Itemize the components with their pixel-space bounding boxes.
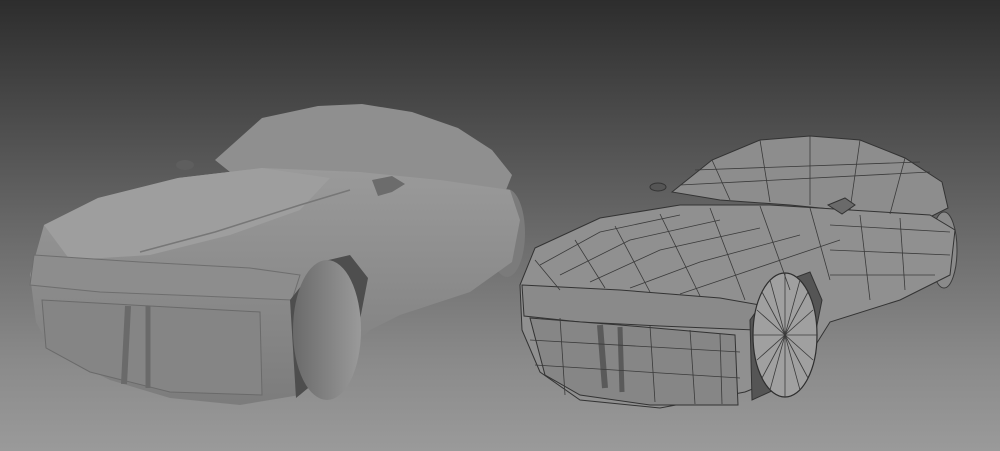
front-wheel [293, 260, 361, 400]
car-shaded-model [29, 104, 525, 405]
mirror-left-wire [649, 182, 667, 192]
front-grille [41, 299, 263, 396]
car-wireframe-model [519, 135, 958, 409]
mirror-left [176, 160, 194, 170]
render-viewport [0, 0, 1000, 451]
grille-divider-left [121, 305, 131, 385]
grille-divider-right-wire [617, 326, 625, 393]
scene-render [29, 104, 958, 409]
